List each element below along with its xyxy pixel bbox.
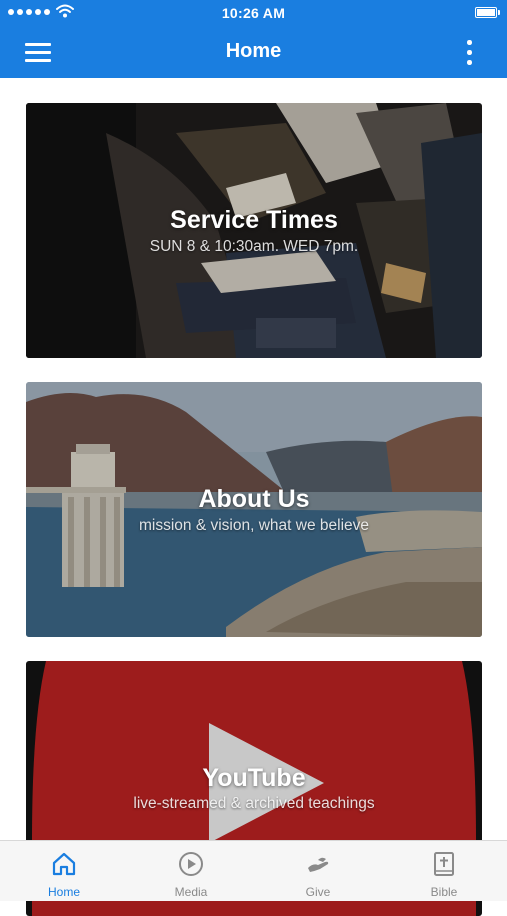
tab-media[interactable]: Media	[141, 841, 241, 901]
youtube-title: YouTube	[202, 764, 306, 792]
bible-icon	[434, 852, 454, 876]
battery-icon	[475, 7, 500, 18]
status-time: 10:26 AM	[221, 5, 286, 21]
about-us-title: About Us	[198, 485, 310, 513]
home-icon	[52, 852, 76, 876]
page-title: Home	[225, 40, 282, 62]
bottom-tab-bar: Home Media Give Bible	[0, 840, 507, 901]
about-us-subtitle: mission & vision, what we believe	[138, 517, 370, 534]
status-bar: 10:26 AM	[0, 0, 507, 26]
tab-home[interactable]: Home	[14, 841, 114, 901]
tab-give[interactable]: Give	[268, 841, 368, 901]
service-times-card[interactable]: Service Times SUN 8 & 10:30am. WED 7pm.	[26, 103, 482, 358]
service-times-subtitle: SUN 8 & 10:30am. WED 7pm.	[149, 238, 359, 255]
service-times-title: Service Times	[170, 206, 338, 234]
tab-home-label: Home	[47, 885, 80, 899]
play-circle-icon	[179, 852, 203, 876]
tab-bible-label: Bible	[430, 885, 458, 899]
give-icon	[308, 857, 329, 872]
more-options-button[interactable]	[459, 38, 479, 68]
tab-bible[interactable]: Bible	[394, 841, 494, 901]
about-us-card[interactable]: About Us mission & vision, what we belie…	[26, 382, 482, 637]
tab-give-label: Give	[305, 885, 331, 899]
youtube-subtitle: live-streamed & archived teachings	[133, 795, 375, 812]
app-header: 10:26 AM Home	[0, 0, 507, 78]
tab-media-label: Media	[174, 885, 208, 899]
